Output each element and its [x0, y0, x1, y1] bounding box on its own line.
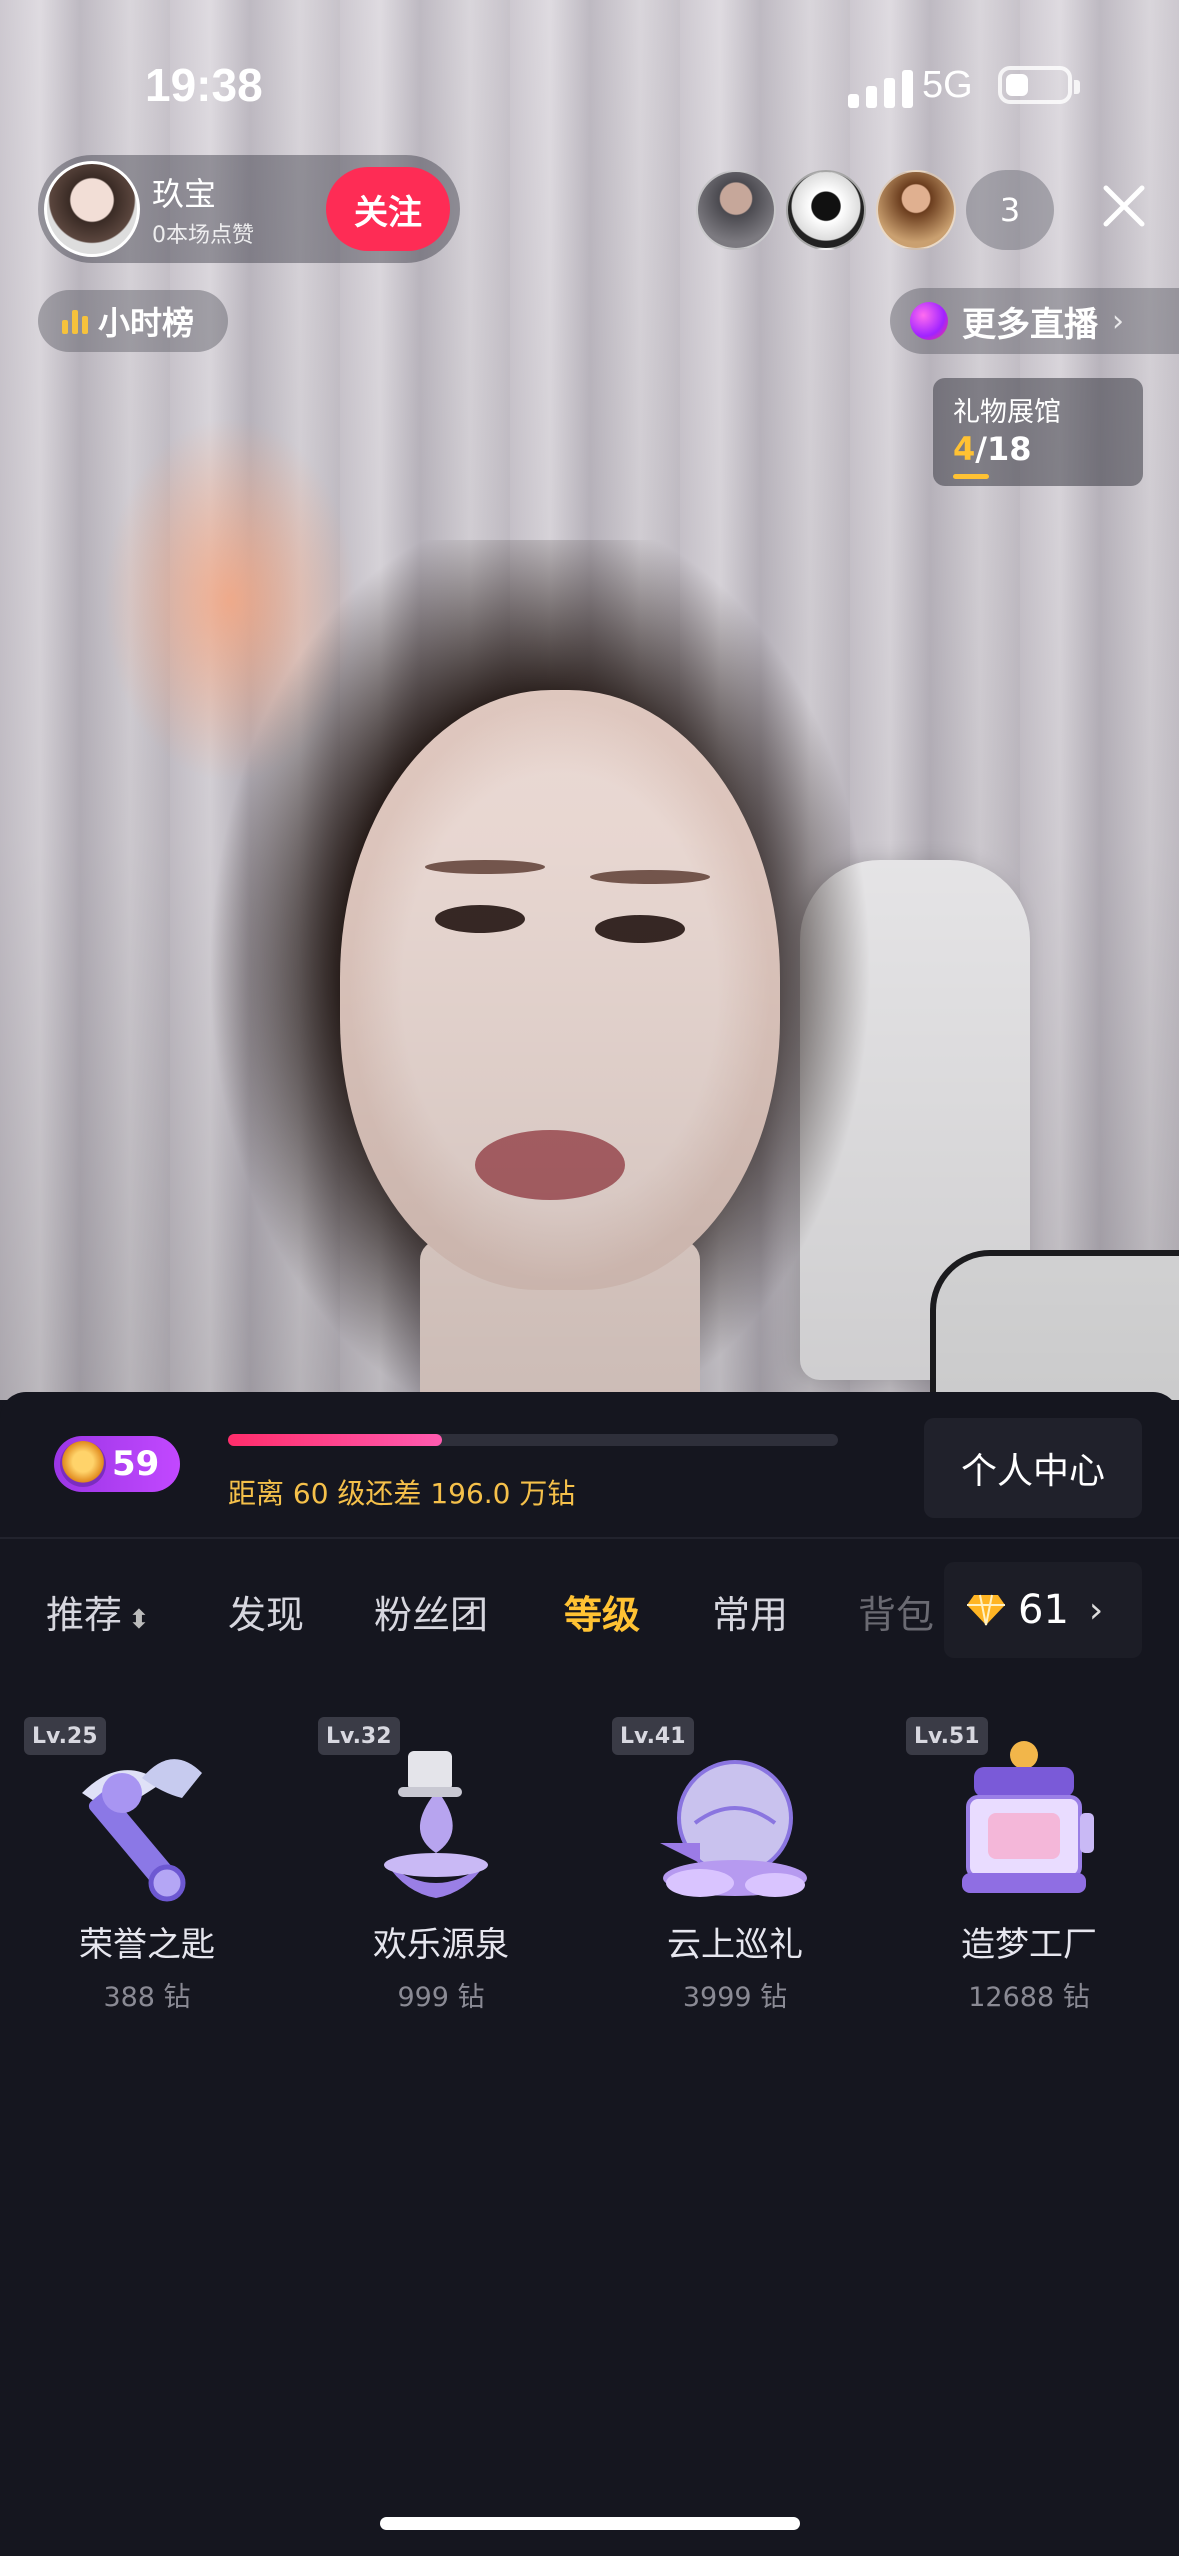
- viewer-avatar-3[interactable]: [876, 170, 956, 250]
- home-indicator[interactable]: [380, 2517, 800, 2530]
- more-live-label: 更多直播: [962, 304, 1098, 345]
- cloud-globe-icon: [660, 1760, 807, 1897]
- gift-item[interactable]: Lv.32 欢乐源泉 999 钻: [296, 1717, 556, 2037]
- battery-icon: [998, 66, 1080, 104]
- status-time: 19:38: [145, 59, 263, 111]
- gallery-title: 礼物展馆: [953, 397, 1061, 428]
- level-crown-icon: [60, 1441, 106, 1487]
- balance-amount: 61: [1018, 1587, 1069, 1633]
- gallery-progress: [953, 474, 989, 479]
- gift-price: 999 钻: [397, 1982, 485, 2013]
- user-level-badge[interactable]: 59: [54, 1436, 180, 1492]
- gift-grid: Lv.25 荣誉之匙 388 钻 Lv.32 欢乐源泉 999 钻 Lv.41 …: [0, 1717, 1179, 2037]
- gift-name: 云上巡礼: [667, 1925, 803, 1965]
- user-level: 59: [112, 1444, 160, 1484]
- gift-price: 12688 钻: [968, 1982, 1090, 2013]
- follow-button[interactable]: 关注: [326, 167, 450, 251]
- host-avatar[interactable]: [44, 161, 140, 257]
- tab-fan-club[interactable]: 粉丝团: [374, 1584, 488, 1639]
- gift-item[interactable]: Lv.51 造梦工厂 12688 钻: [884, 1717, 1144, 2037]
- gift-price: 3999 钻: [682, 1982, 788, 2013]
- chevron-right-icon: ›: [1112, 303, 1124, 339]
- personal-center-button[interactable]: 个人中心: [924, 1418, 1142, 1518]
- host-name: 玖宝: [152, 175, 217, 213]
- signal-icon: [848, 68, 913, 108]
- tab-level[interactable]: 等级: [564, 1584, 640, 1639]
- rank-bars-icon: [62, 308, 88, 334]
- fountain-icon: [384, 1751, 488, 1898]
- more-live-button[interactable]: 更多直播 ›: [890, 288, 1179, 354]
- level-progress-text: 距离 60 级还差 196.0 万钻: [228, 1477, 576, 1510]
- gallery-count: 4/18: [953, 430, 1032, 468]
- sort-icon: ⬍: [128, 1605, 150, 1635]
- live-orb-icon: [910, 302, 948, 340]
- viewer-avatar-2[interactable]: [786, 170, 866, 250]
- host-info[interactable]: 玖宝 0本场点赞 关注: [38, 155, 460, 263]
- diamond-icon: [967, 1594, 1005, 1626]
- rank-label: 小时榜: [98, 304, 195, 342]
- gift-panel: 59 距离 60 级还差 196.0 万钻 个人中心 推荐 ⬍ 发现 粉丝团 等级…: [0, 1392, 1179, 2556]
- viewer-count[interactable]: 3: [966, 170, 1054, 250]
- hourly-rank-button[interactable]: 小时榜: [38, 290, 228, 352]
- status-bar: 19:38 5G: [0, 0, 1179, 170]
- gift-item[interactable]: Lv.41 云上巡礼 3999 钻: [590, 1717, 850, 2037]
- gift-name: 荣誉之匙: [79, 1925, 215, 1965]
- tab-frequent[interactable]: 常用: [712, 1584, 788, 1639]
- winged-key-icon: [82, 1759, 202, 1902]
- divider: [0, 1537, 1179, 1539]
- gift-gallery-card[interactable]: 礼物展馆 4/18: [933, 378, 1143, 486]
- gift-name: 造梦工厂: [961, 1925, 1097, 1965]
- gift-item[interactable]: Lv.25 荣誉之匙 388 钻: [2, 1717, 262, 2037]
- network-type: 5G: [922, 64, 973, 106]
- viewer-list[interactable]: 3: [696, 170, 1054, 250]
- diamond-balance[interactable]: 61 ›: [944, 1562, 1142, 1658]
- viewer-avatar-1[interactable]: [696, 170, 776, 250]
- tab-recommend[interactable]: 推荐 ⬍: [46, 1584, 150, 1639]
- tab-discover[interactable]: 发现: [228, 1584, 304, 1639]
- gift-name: 欢乐源泉: [373, 1925, 509, 1965]
- close-icon[interactable]: [1098, 180, 1150, 232]
- chevron-right-icon: ›: [1088, 1589, 1104, 1631]
- gift-tabs: 推荐 ⬍ 发现 粉丝团 等级 常用 背包 61 ›: [0, 1542, 1179, 1692]
- level-progress-bar: [228, 1434, 838, 1446]
- gift-price: 388 钻: [103, 1982, 191, 2013]
- host-likes: 0本场点赞: [152, 223, 254, 248]
- level-progress-fill: [228, 1434, 442, 1446]
- tab-backpack[interactable]: 背包: [858, 1584, 938, 1639]
- dream-factory-icon: [962, 1741, 1094, 1893]
